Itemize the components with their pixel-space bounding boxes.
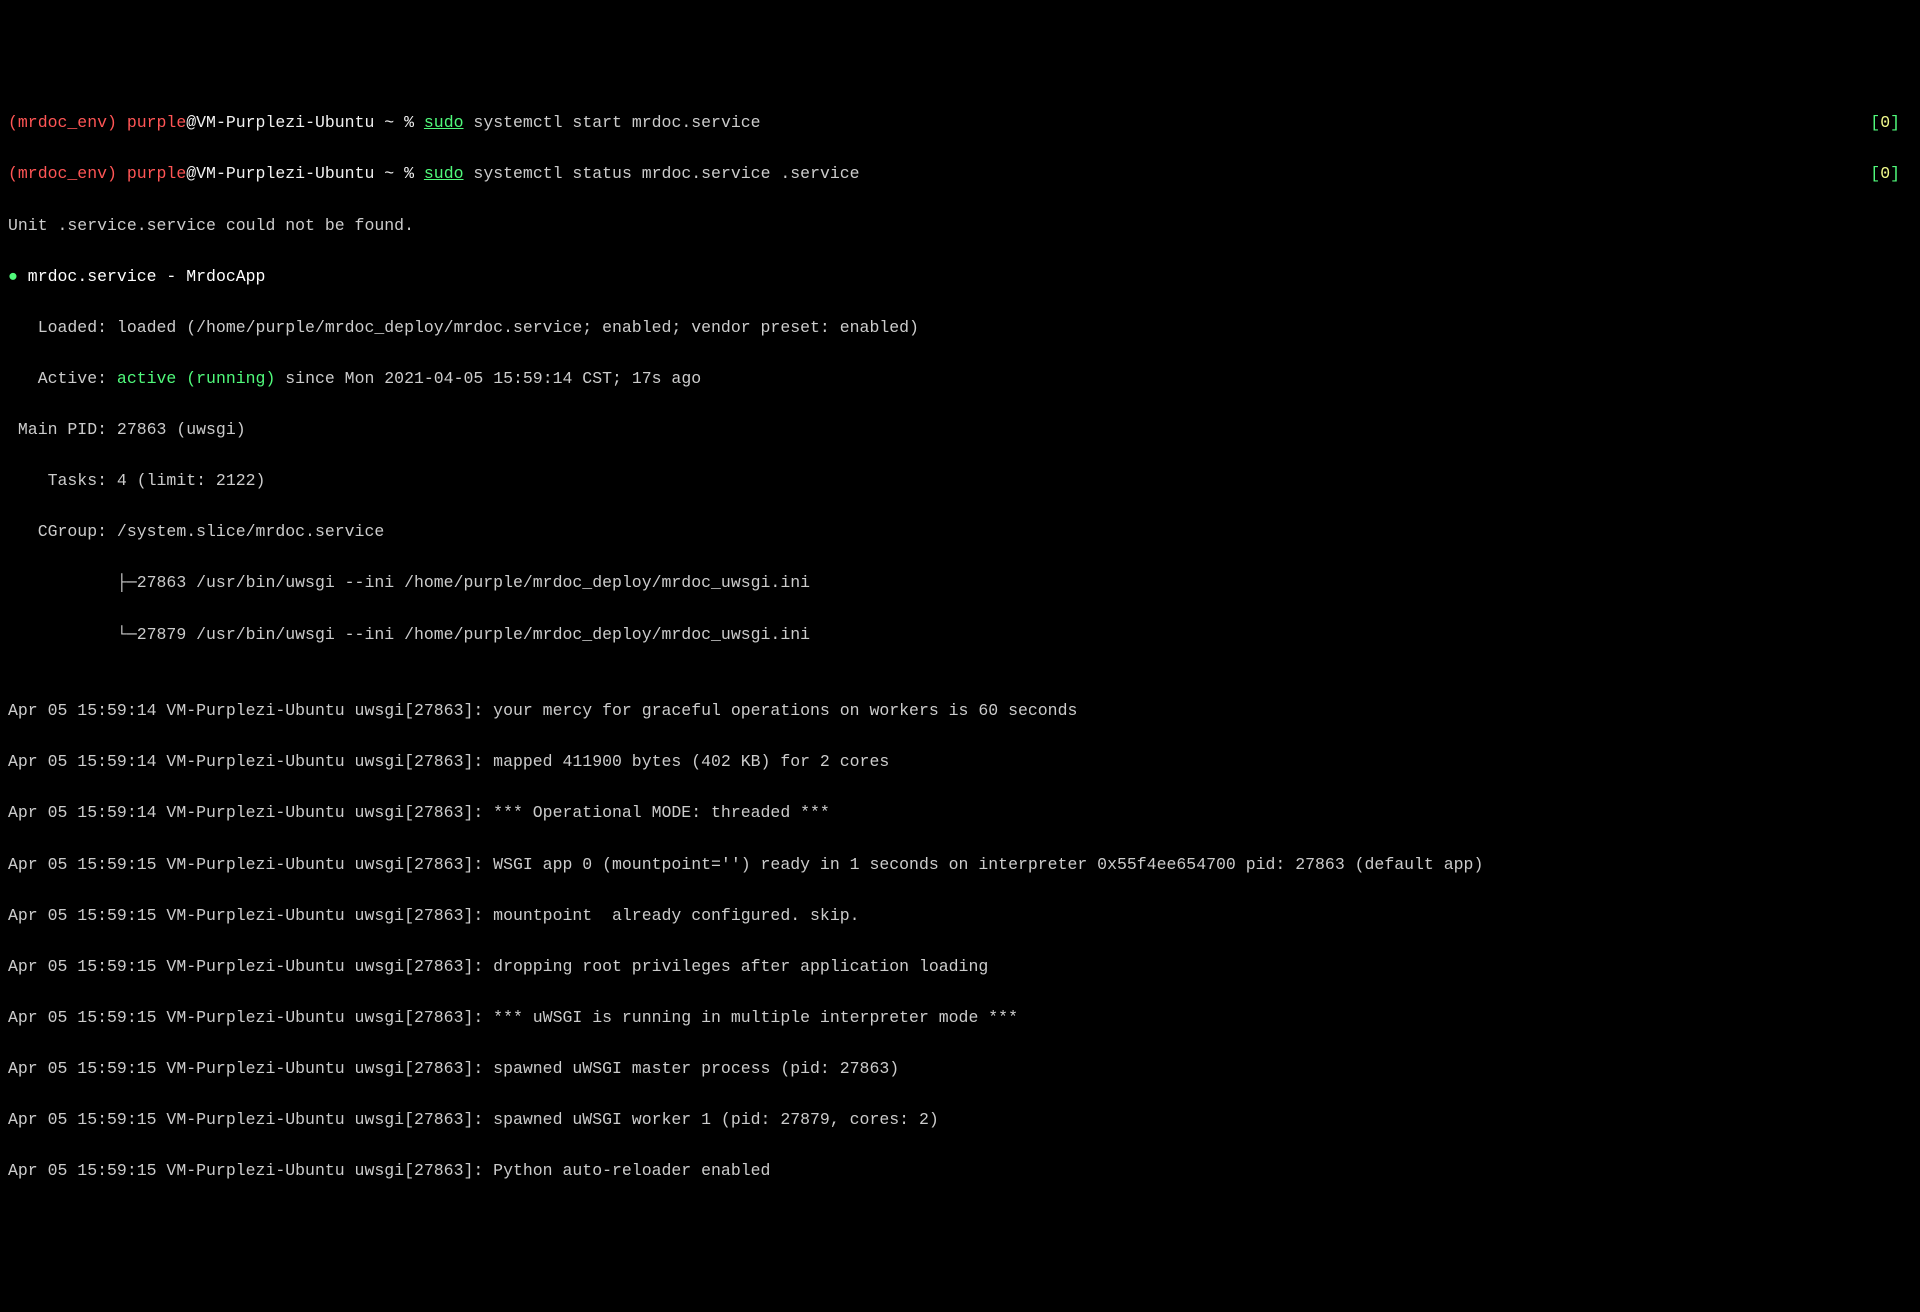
- tasks-line: Tasks: 4 (limit: 2122): [8, 468, 1912, 494]
- env-name: (mrdoc_env): [8, 113, 127, 132]
- loaded-line: Loaded: loaded (/home/purple/mrdoc_deplo…: [8, 315, 1912, 341]
- main-pid-line: Main PID: 27863 (uwsgi): [8, 417, 1912, 443]
- error-line: Unit .service.service could not be found…: [8, 213, 1912, 239]
- service-name: mrdoc.service - MrdocApp: [18, 267, 266, 286]
- status-dot-icon: ●: [8, 267, 18, 286]
- command-text: systemctl start mrdoc.service: [464, 113, 761, 132]
- command-text: systemctl status mrdoc.service .service: [464, 164, 860, 183]
- sudo-command: sudo: [424, 113, 464, 132]
- process-tree-item: └─27879 /usr/bin/uwsgi --ini /home/purpl…: [8, 622, 1912, 648]
- exit-code-indicator: [0]: [1870, 161, 1900, 187]
- cgroup-line: CGroup: /system.slice/mrdoc.service: [8, 519, 1912, 545]
- prompt-line-1[interactable]: (mrdoc_env) purple@VM-Purplezi-Ubuntu ~ …: [8, 110, 1912, 136]
- log-line: Apr 05 15:59:15 VM-Purplezi-Ubuntu uwsgi…: [8, 852, 1912, 878]
- active-status: active (running): [117, 369, 275, 388]
- hostname: @VM-Purplezi-Ubuntu: [186, 113, 374, 132]
- username: purple: [127, 164, 186, 183]
- exit-code-indicator: [0]: [1870, 110, 1900, 136]
- log-line: Apr 05 15:59:14 VM-Purplezi-Ubuntu uwsgi…: [8, 698, 1912, 724]
- log-line: Apr 05 15:59:15 VM-Purplezi-Ubuntu uwsgi…: [8, 1107, 1912, 1133]
- username: purple: [127, 113, 186, 132]
- service-header: ● mrdoc.service - MrdocApp: [8, 264, 1912, 290]
- log-line: Apr 05 15:59:15 VM-Purplezi-Ubuntu uwsgi…: [8, 1056, 1912, 1082]
- env-name: (mrdoc_env): [8, 164, 127, 183]
- prompt-line-2[interactable]: (mrdoc_env) purple@VM-Purplezi-Ubuntu ~ …: [8, 161, 1912, 187]
- log-line: Apr 05 15:59:15 VM-Purplezi-Ubuntu uwsgi…: [8, 903, 1912, 929]
- log-line: Apr 05 15:59:15 VM-Purplezi-Ubuntu uwsgi…: [8, 954, 1912, 980]
- log-line: Apr 05 15:59:14 VM-Purplezi-Ubuntu uwsgi…: [8, 749, 1912, 775]
- log-line: Apr 05 15:59:15 VM-Purplezi-Ubuntu uwsgi…: [8, 1158, 1912, 1184]
- prompt-symbol: ~ %: [374, 113, 424, 132]
- process-tree-item: ├─27863 /usr/bin/uwsgi --ini /home/purpl…: [8, 570, 1912, 596]
- active-line: Active: active (running) since Mon 2021-…: [8, 366, 1912, 392]
- hostname: @VM-Purplezi-Ubuntu: [186, 164, 374, 183]
- log-line: Apr 05 15:59:15 VM-Purplezi-Ubuntu uwsgi…: [8, 1005, 1912, 1031]
- sudo-command: sudo: [424, 164, 464, 183]
- log-line: Apr 05 15:59:14 VM-Purplezi-Ubuntu uwsgi…: [8, 800, 1912, 826]
- prompt-symbol: ~ %: [374, 164, 424, 183]
